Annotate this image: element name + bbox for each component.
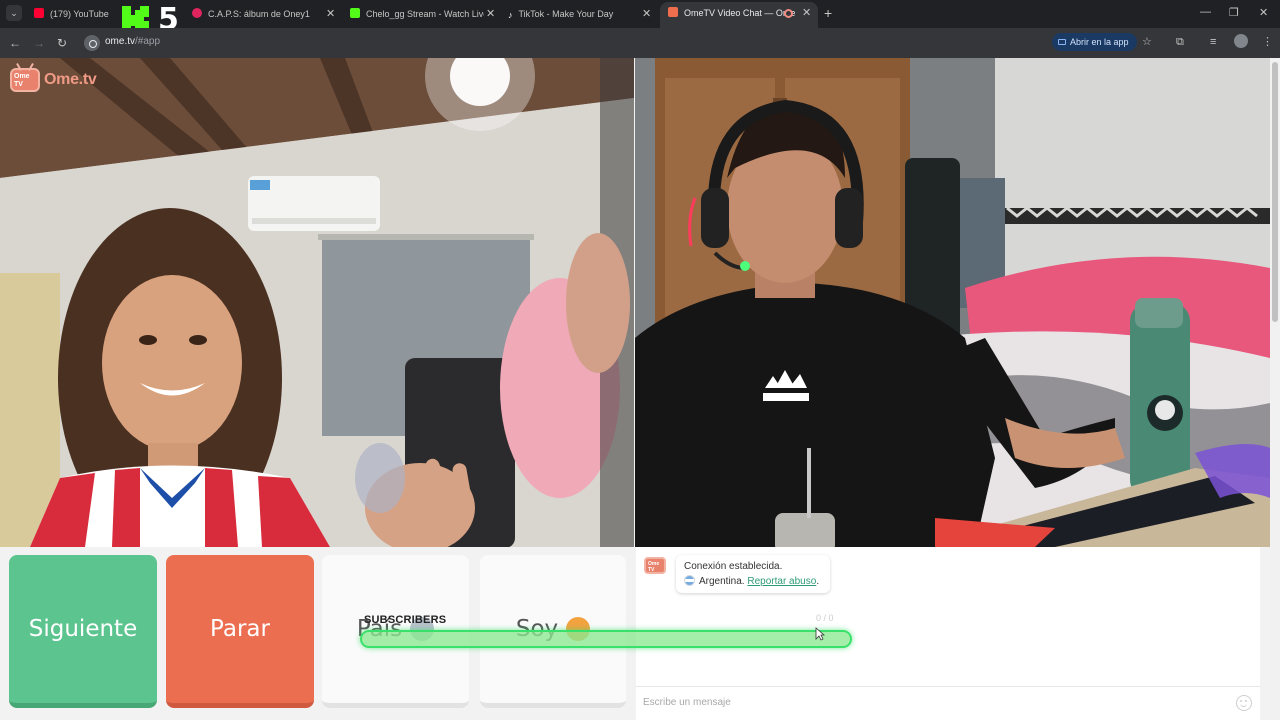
subscriber-goal-label: SUBSCRIBERS bbox=[364, 614, 447, 626]
emoji-icon[interactable] bbox=[1236, 695, 1252, 711]
close-icon[interactable]: ✕ bbox=[800, 2, 812, 24]
ometv-page: Ome TV Ome.tv Siguiente Parar País Soy O… bbox=[0, 58, 1280, 720]
tab-kick-stream[interactable]: Chelo_gg Stream - Watch Live ✕ bbox=[350, 4, 495, 24]
open-in-app-button[interactable]: Abrir en la app bbox=[1052, 33, 1137, 51]
next-button[interactable]: Siguiente bbox=[9, 555, 157, 708]
tiktok-icon: ♪ bbox=[508, 10, 513, 20]
tab-title: (179) YouTube bbox=[50, 9, 109, 19]
close-icon[interactable]: ✕ bbox=[484, 4, 495, 24]
url-host: ome.tv bbox=[105, 36, 136, 47]
back-arrow-icon[interactable]: ← bbox=[9, 35, 21, 51]
system-message: Conexión establecida. Argentina. Reporta… bbox=[676, 555, 830, 593]
ometv-logo-icon: Ome TV bbox=[644, 557, 666, 574]
tab-title: TikTok - Make Your Day bbox=[518, 9, 614, 19]
argentina-flag-icon bbox=[684, 575, 695, 586]
kick-icon bbox=[350, 8, 360, 18]
close-icon[interactable]: ✕ bbox=[642, 4, 651, 24]
extensions-icon[interactable]: ⧉ bbox=[1176, 35, 1184, 49]
ometv-icon bbox=[668, 7, 678, 17]
close-icon[interactable]: ✕ bbox=[326, 4, 335, 24]
page-scrollbar[interactable] bbox=[1270, 58, 1280, 720]
message-placeholder: Escribe un mensaje bbox=[643, 697, 731, 708]
tab-title: C.A.P.S: álbum de Oney1 bbox=[208, 9, 310, 19]
media-controls-icon[interactable]: ≡ bbox=[1210, 35, 1216, 49]
next-label: Siguiente bbox=[28, 616, 138, 642]
scrollbar-thumb[interactable] bbox=[1272, 62, 1278, 322]
tab-title: Chelo_gg Stream - Watch Live bbox=[366, 9, 489, 19]
report-abuse-link[interactable]: Reportar abuso bbox=[747, 576, 816, 587]
ometv-logo-icon: Ome TV bbox=[10, 68, 40, 92]
site-info-icon[interactable] bbox=[84, 35, 100, 51]
stop-button[interactable]: Parar bbox=[166, 555, 314, 708]
mouse-cursor-icon bbox=[815, 627, 825, 641]
bookmark-star-icon[interactable]: ☆ bbox=[1142, 35, 1152, 49]
message-input[interactable]: Escribe un mensaje bbox=[636, 686, 1260, 720]
self-video bbox=[635, 58, 1270, 547]
app-window-icon bbox=[1058, 39, 1066, 45]
minimize-icon[interactable]: — bbox=[1200, 6, 1211, 18]
url-text: ome.tv/#app bbox=[105, 36, 160, 47]
tab-tiktok[interactable]: ♪ TikTok - Make Your Day ✕ bbox=[508, 4, 653, 24]
message-counter: 0 / 0 bbox=[816, 613, 834, 623]
youtube-icon bbox=[34, 8, 44, 18]
brand-wordmark: Ome.tv bbox=[44, 71, 97, 88]
forward-arrow-icon[interactable]: → bbox=[33, 35, 45, 51]
address-bar[interactable]: ome.tv/#app bbox=[80, 32, 1170, 54]
subscriber-goal-fill bbox=[362, 632, 850, 646]
tab-title: OmeTV Video Chat — Ome bbox=[684, 8, 796, 18]
record-icon bbox=[192, 8, 202, 18]
tab-ometv[interactable]: OmeTV Video Chat — Ome ✕ bbox=[660, 2, 818, 28]
restore-icon[interactable]: ❐ bbox=[1229, 6, 1239, 19]
tab-search-icon[interactable]: ⌄ bbox=[6, 5, 22, 21]
recording-icon bbox=[784, 9, 793, 18]
partner-video: Ome TV Ome.tv bbox=[0, 58, 634, 547]
new-tab-button[interactable]: + bbox=[824, 5, 832, 21]
url-path: /#app bbox=[135, 36, 161, 47]
more-menu-icon[interactable]: ⋮ bbox=[1262, 35, 1273, 49]
tab-strip: ⌄ (179) YouTube C.A.P.S: álbum de Oney1 … bbox=[0, 0, 1280, 28]
partner-country-line: Argentina. Reportar abuso. bbox=[684, 574, 822, 589]
partner-country: Argentina. bbox=[699, 576, 745, 587]
window-close-icon[interactable]: ✕ bbox=[1259, 6, 1268, 19]
reload-icon[interactable]: ↻ bbox=[57, 35, 67, 51]
open-in-app-label: Abrir en la app bbox=[1070, 37, 1129, 47]
stop-label: Parar bbox=[210, 616, 270, 642]
subscriber-goal-bar bbox=[360, 630, 852, 648]
tab-caps-album[interactable]: C.A.P.S: álbum de Oney1 ✕ bbox=[192, 4, 337, 24]
connection-status: Conexión establecida. bbox=[684, 561, 783, 572]
profile-avatar[interactable] bbox=[1234, 34, 1248, 48]
